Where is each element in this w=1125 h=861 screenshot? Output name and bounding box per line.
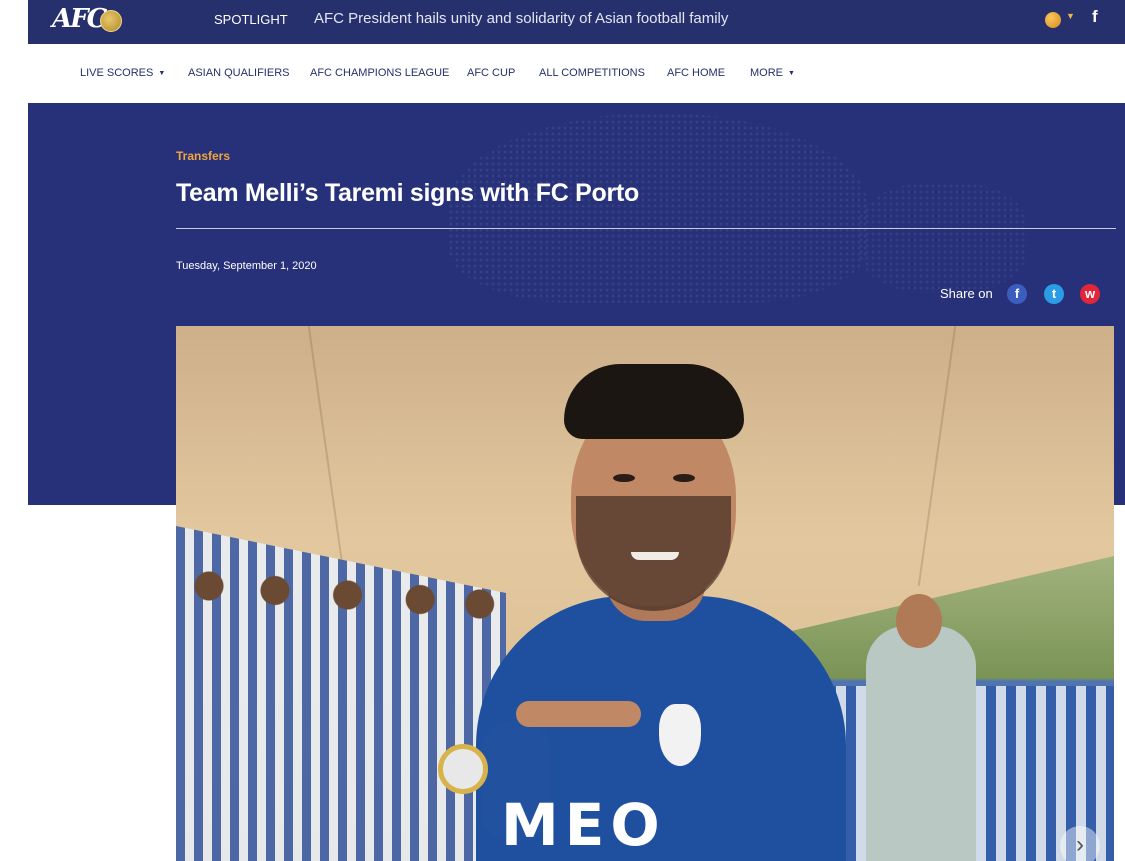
player-hair [564, 364, 744, 439]
chevron-down-icon: ▼ [1066, 11, 1075, 21]
player-watch [438, 744, 488, 794]
facebook-share-icon[interactable]: f [1007, 284, 1027, 304]
language-selector[interactable]: ▼ [1044, 10, 1076, 32]
chevron-down-icon: ▼ [788, 70, 795, 77]
team-mural-heads [176, 541, 506, 631]
spotlight-label: SPOTLIGHT [214, 12, 288, 27]
chevron-down-icon: ▼ [158, 70, 166, 77]
twitter-share-icon[interactable]: t [1044, 284, 1064, 304]
mural-goalkeeper-head [896, 594, 942, 648]
jersey-sponsor: MEO [501, 791, 666, 859]
top-bar: AFC SPOTLIGHT AFC President hails unity … [28, 0, 1125, 44]
nav-item-more[interactable]: MORE ▼ [750, 67, 795, 79]
nav-item-label: LIVE SCORES [80, 67, 154, 79]
football-icon [1045, 12, 1061, 28]
nav-item-afc-champions-league[interactable]: AFC CHAMPIONS LEAGUE [310, 67, 449, 79]
nav-item-afc-home[interactable]: AFC HOME [667, 67, 725, 79]
article-category-link[interactable]: Transfers [176, 149, 230, 163]
player-eye [673, 474, 695, 482]
fc-porto-crest [656, 701, 704, 769]
background-pattern [858, 183, 1028, 293]
nav-item-label: MORE [750, 67, 783, 79]
nav-item-live-scores[interactable]: LIVE SCORES ▼ [80, 67, 165, 79]
divider [176, 228, 1116, 229]
main-nav: LIVE SCORES ▼ ASIAN QUALIFIERS AFC CHAMPI… [28, 44, 1125, 103]
next-slide-button[interactable]: › [1060, 826, 1100, 861]
share-label: Share on [940, 286, 993, 301]
article-photo: MEO › [176, 326, 1114, 861]
logo-ball-icon [100, 10, 122, 32]
article-date: Tuesday, September 1, 2020 [176, 260, 317, 272]
afc-logo[interactable]: AFC [52, 4, 122, 36]
nav-item-afc-cup[interactable]: AFC CUP [467, 67, 515, 79]
weibo-share-icon[interactable]: w [1080, 284, 1100, 304]
player-mouth [631, 552, 679, 560]
player-eye [613, 474, 635, 482]
nav-item-asian-qualifiers[interactable]: ASIAN QUALIFIERS [188, 67, 289, 79]
spotlight-headline-link[interactable]: AFC President hails unity and solidarity… [314, 10, 728, 27]
background-pattern [448, 113, 868, 303]
logo-text: AFC [52, 4, 107, 34]
facebook-icon[interactable]: f [1092, 7, 1098, 27]
nav-item-all-competitions[interactable]: ALL COMPETITIONS [539, 67, 645, 79]
mural-goalkeeper [866, 626, 976, 861]
article-title: Team Melli’s Taremi signs with FC Porto [176, 179, 639, 207]
player-pointing-hand [516, 701, 641, 727]
